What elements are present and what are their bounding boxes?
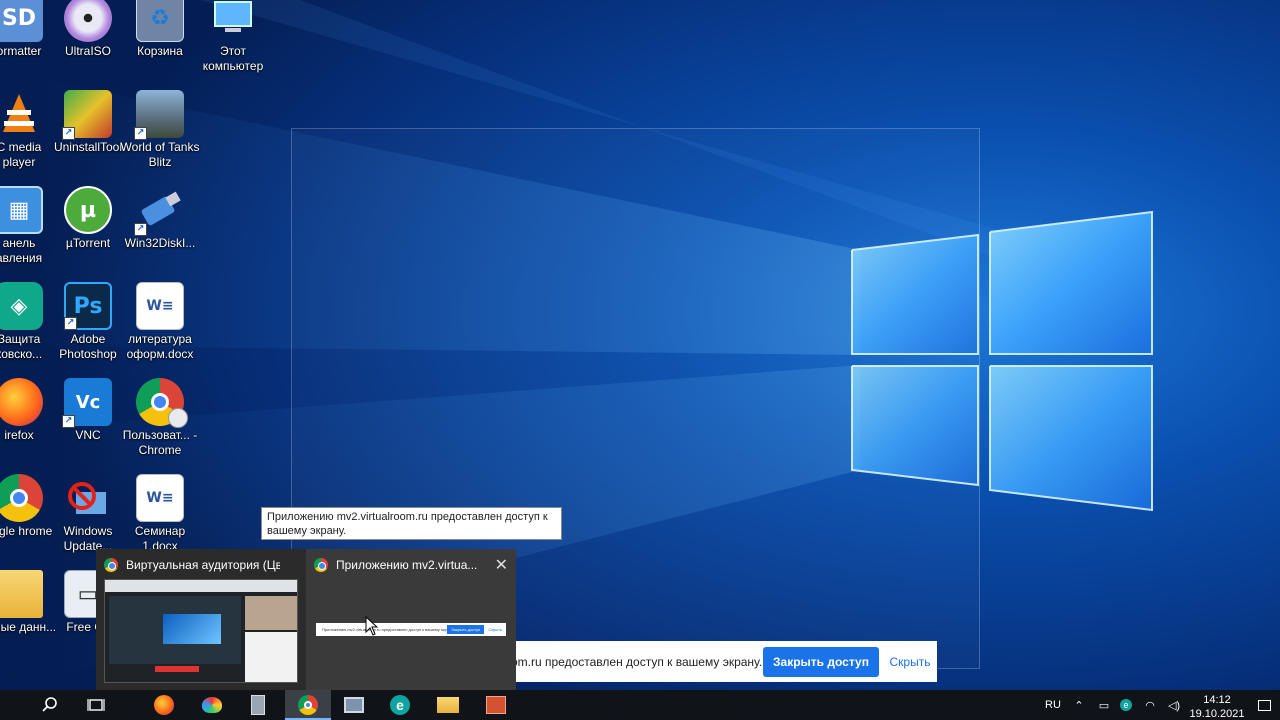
word-document-icon: W≡: [136, 282, 184, 330]
tray-edge[interactable]: e: [1116, 690, 1136, 720]
tank-game-icon: ↗: [134, 90, 184, 140]
taskbar-remote-desktop[interactable]: [331, 690, 377, 720]
taskbar-thumbnail-preview: Виртуальная аудитория (Цвет... Приложени…: [96, 549, 516, 690]
search-button[interactable]: [27, 690, 73, 720]
wifi-icon: ◠: [1145, 699, 1155, 712]
desktop-icon-control-panel[interactable]: ▦ анель авления: [0, 186, 56, 278]
network-icon: ▭: [1098, 699, 1110, 712]
desktop-icon-vnc[interactable]: Vc ↗ VNC: [51, 378, 125, 470]
taskbar-chrome[interactable]: [285, 690, 331, 720]
chrome-icon: [0, 474, 43, 522]
taskbar-presentation[interactable]: [473, 690, 519, 720]
action-center-button[interactable]: [1252, 690, 1276, 720]
desktop-icon-firefox[interactable]: irefox: [0, 378, 56, 470]
clock-time: 14:12: [1203, 694, 1231, 706]
desktop-icon-world-of-tanks[interactable]: ↗ World of Tanks Blitz: [121, 90, 199, 182]
desktop-icon-chrome-user[interactable]: Пользоват... - Chrome: [123, 378, 197, 470]
calculator-icon: [251, 695, 265, 715]
security-shield-icon: ◈: [0, 282, 43, 330]
task-view-icon: [87, 699, 105, 711]
share-bar-text: om.ru предоставлен доступ к вашему экран…: [511, 654, 763, 669]
taskbar-paint[interactable]: [189, 690, 235, 720]
mini-hide-button: Скрыть: [488, 627, 502, 632]
mouse-cursor-icon: [365, 616, 379, 636]
edge-icon: e: [390, 695, 410, 715]
firefox-icon: [0, 378, 43, 426]
chrome-icon: [298, 695, 318, 715]
desktop-icon-literatura-doc[interactable]: W≡ литература оформ.docx: [123, 282, 197, 374]
taskbar: e RU ⌃ ▭ e ◠ ◁) 14:12 19.10.2021: [0, 690, 1280, 720]
share-tooltip: Приложению mv2.virtualroom.ru предоставл…: [261, 507, 562, 540]
sd-card-icon: SD: [0, 0, 43, 42]
remote-desktop-icon: [344, 697, 364, 713]
tray-wifi[interactable]: ◠: [1140, 690, 1160, 720]
taskbar-edge[interactable]: e: [377, 690, 423, 720]
uninstall-tool-icon: ↗: [62, 90, 112, 140]
desktop-icon-photoshop[interactable]: Ps ↗ Adobe Photoshop: [51, 282, 125, 374]
notification-icon: [1257, 699, 1271, 711]
desktop-icon-utorrent[interactable]: µ µTorrent: [51, 186, 125, 278]
preview-thumbnail-image: [104, 579, 298, 683]
file-explorer-icon: [437, 697, 459, 713]
computer-icon: [209, 0, 257, 42]
task-view-button[interactable]: [73, 690, 119, 720]
shortcut-arrow-icon: ↗: [62, 415, 75, 428]
control-panel-icon: ▦: [0, 186, 43, 234]
chrome-icon: [314, 558, 328, 572]
photoshop-icon: Ps ↗: [64, 282, 112, 330]
clock-date: 19.10.2021: [1189, 708, 1245, 720]
recycle-bin-icon: ♻: [136, 0, 184, 42]
paint-icon: [202, 697, 222, 713]
shortcut-arrow-icon: ↗: [134, 127, 147, 140]
windows-update-icon: [64, 474, 112, 522]
chevron-up-icon: ⌃: [1074, 699, 1084, 712]
input-language[interactable]: RU: [1040, 690, 1066, 720]
taskbar-firefox[interactable]: [141, 690, 187, 720]
edge-icon: e: [1120, 699, 1132, 711]
vlc-cone-icon: [0, 90, 43, 138]
utorrent-icon: µ: [64, 186, 112, 234]
shortcut-arrow-icon: ↗: [134, 223, 147, 236]
folder-icon: [0, 570, 43, 618]
desktop-icon-ultraiso[interactable]: UltraISO: [51, 0, 125, 92]
preview-window-share-bar[interactable]: Приложению mv2.virtua... ✕ Приложению mv…: [306, 549, 516, 690]
preview-thumbnail-image: Приложению mv2.virtualroom.ru предоставл…: [316, 623, 506, 636]
stop-sharing-button[interactable]: Закрыть доступ: [763, 646, 879, 677]
tray-overflow-button[interactable]: ⌃: [1070, 690, 1088, 720]
desktop-icon-win32diskimager[interactable]: ↗ Win32DiskI...: [123, 186, 197, 278]
search-icon: [42, 697, 57, 712]
tray-volume[interactable]: ◁): [1164, 690, 1184, 720]
word-document-icon: W≡: [136, 474, 184, 522]
desktop-icon-recycle-bin[interactable]: ♻ Корзина: [123, 0, 197, 92]
chrome-icon: [104, 558, 118, 572]
hide-share-bar-button[interactable]: Скрыть: [883, 655, 937, 669]
tray-network-adapter[interactable]: ▭: [1094, 690, 1114, 720]
preview-title: Приложению mv2.virtua...: [314, 557, 490, 573]
close-icon[interactable]: ✕: [495, 555, 508, 575]
desktop-icon-vlc[interactable]: C media player: [0, 90, 56, 182]
clock[interactable]: 14:12 19.10.2021: [1188, 690, 1246, 720]
desktop-icon-old-data[interactable]: тарые данн...: [0, 570, 56, 662]
shortcut-arrow-icon: ↗: [64, 317, 77, 330]
firefox-icon: [154, 695, 174, 715]
share-tooltip-text: Приложению mv2.virtualroom.ru предоставл…: [267, 511, 548, 537]
desktop-icon-uninstalltool[interactable]: ↗ UninstallTool: [51, 90, 125, 182]
taskbar-calculator[interactable]: [235, 690, 281, 720]
chrome-user-icon: [136, 378, 188, 428]
volume-icon: ◁): [1167, 699, 1181, 712]
preview-title: Виртуальная аудитория (Цвет...: [104, 557, 280, 573]
preview-window-virtual-room[interactable]: Виртуальная аудитория (Цвет...: [96, 549, 306, 690]
presentation-icon: [486, 696, 506, 714]
mini-stop-button: Закрыть доступ: [447, 625, 485, 634]
vnc-icon: Vc ↗: [62, 378, 112, 428]
disc-icon: [64, 0, 112, 42]
usb-drive-icon: ↗: [134, 186, 184, 236]
screen-share-bar: om.ru предоставлен доступ к вашему экран…: [507, 641, 937, 682]
taskbar-file-explorer[interactable]: [425, 690, 471, 720]
desktop-icon-this-pc[interactable]: Этот компьютер: [196, 0, 270, 92]
mini-share-text: Приложению mv2.virtualroom.ru предоставл…: [322, 627, 448, 632]
shortcut-arrow-icon: ↗: [62, 127, 75, 140]
